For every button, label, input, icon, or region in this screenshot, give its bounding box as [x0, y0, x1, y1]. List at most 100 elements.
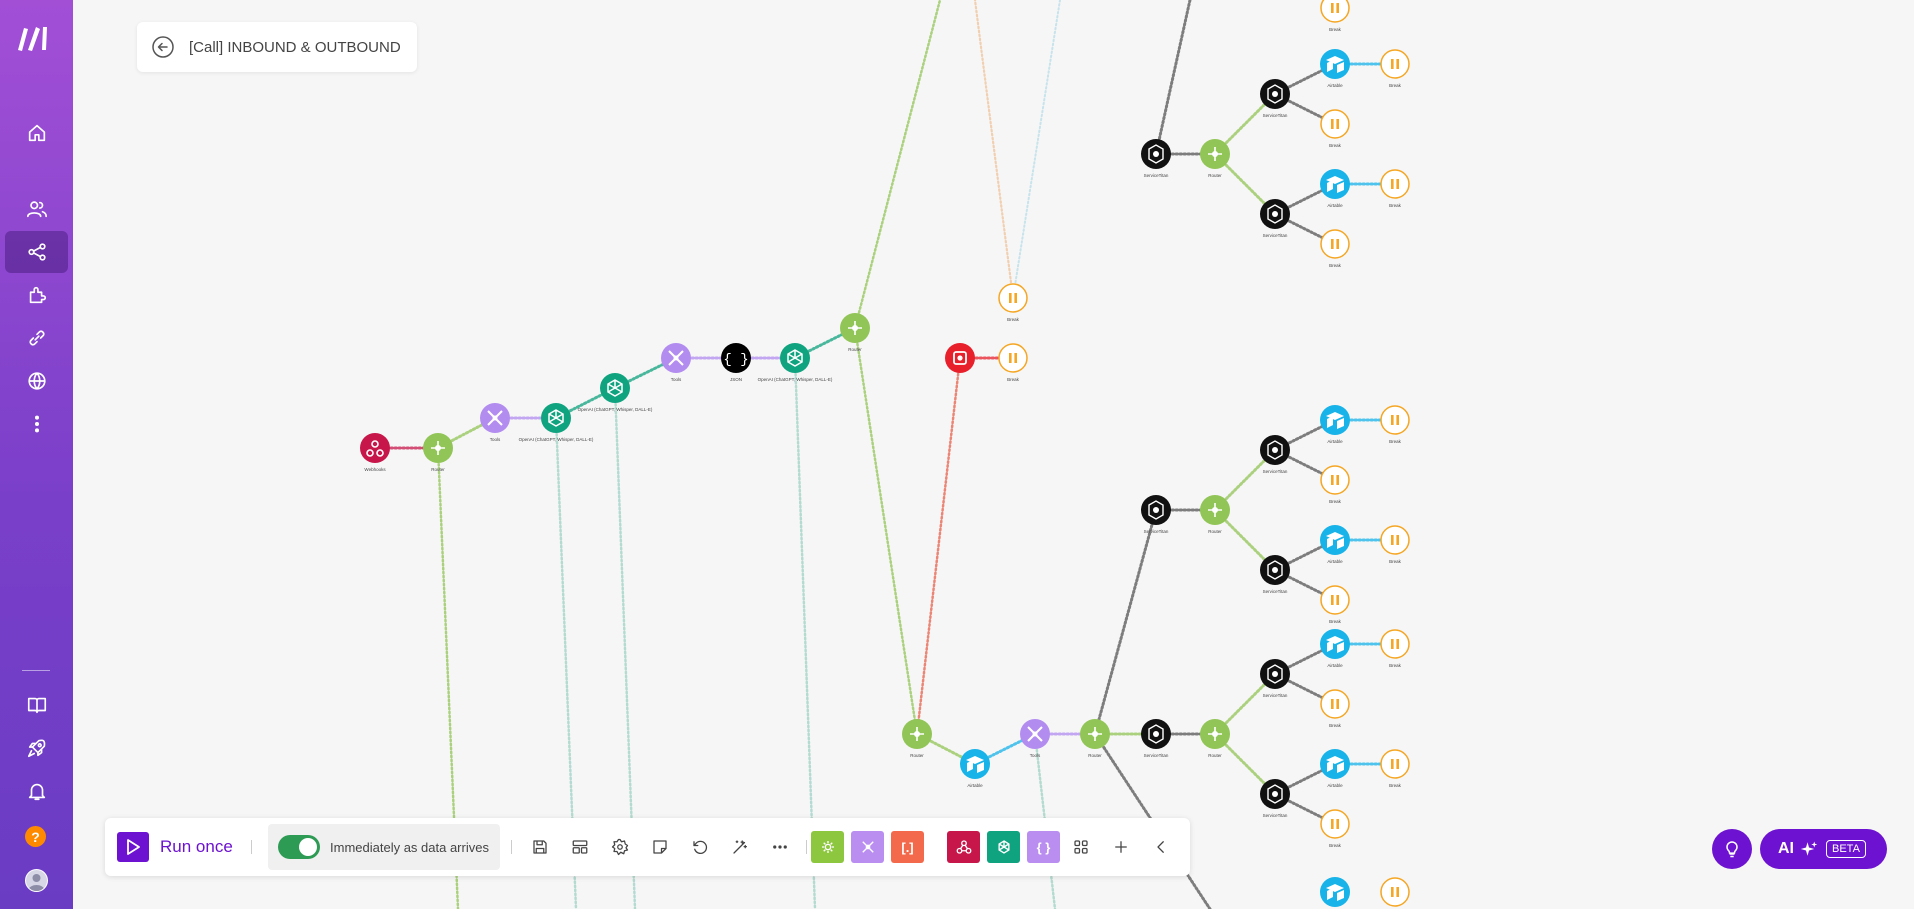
module-break[interactable]: Break — [1380, 49, 1410, 88]
module-router[interactable]: Router — [1200, 139, 1230, 178]
module-servicetitan[interactable]: ServiceTitan — [1260, 199, 1290, 238]
explain-flow-button[interactable] — [568, 835, 592, 859]
module-servicetitan[interactable]: ServiceTitan — [1260, 779, 1290, 818]
module-break[interactable]: Break — [1380, 169, 1410, 208]
module-connection[interactable] — [1154, 0, 1192, 156]
tips-button[interactable] — [1712, 829, 1752, 869]
module-connection[interactable] — [853, 326, 919, 736]
schedule-setting[interactable]: Immediately as data arrives — [268, 824, 500, 870]
module-break[interactable]: Break — [1320, 109, 1350, 148]
module-router[interactable]: Router — [423, 433, 453, 472]
module-router[interactable]: Router — [1200, 495, 1230, 534]
module-label: Break — [1389, 783, 1402, 788]
module-break[interactable]: Break — [1320, 0, 1350, 32]
module-router[interactable]: Router — [902, 719, 932, 758]
module-tools[interactable]: Tools — [661, 343, 691, 382]
module-airtable[interactable]: Airtable — [1320, 405, 1350, 444]
sidebar-item-docs[interactable] — [5, 684, 68, 726]
sidebar-item-more[interactable] — [5, 403, 68, 445]
module-router[interactable]: Router — [1200, 719, 1230, 758]
scenario-title-card: [Call] INBOUND & OUTBOUND — [137, 22, 417, 72]
sidebar-item-connections[interactable] — [5, 317, 68, 359]
module-tools[interactable]: Tools — [1020, 719, 1050, 758]
module-airtable[interactable]: Airtable — [960, 749, 990, 788]
module-connection[interactable] — [1093, 508, 1158, 736]
back-arrow-icon[interactable] — [151, 35, 175, 59]
module-servicetitan[interactable]: ServiceTitan — [1260, 555, 1290, 594]
module-airtable[interactable]: Airtable — [1320, 169, 1350, 208]
module-airtable[interactable]: Airtable — [1320, 749, 1350, 788]
sidebar-item-webhooks[interactable] — [5, 360, 68, 402]
module-break[interactable]: Break — [1320, 585, 1350, 624]
module-connection[interactable] — [1012, 0, 1061, 299]
scenario-settings-button[interactable] — [608, 835, 632, 859]
module-break[interactable]: Break — [1380, 629, 1410, 668]
module-servicetitan[interactable]: ServiceTitan — [1141, 719, 1171, 758]
module-break[interactable]: Break — [1320, 465, 1350, 504]
module-servicetitan[interactable]: ServiceTitan — [1260, 79, 1290, 118]
module-connection[interactable] — [973, 0, 1015, 300]
module-break[interactable]: Break — [1320, 689, 1350, 728]
tools-app-button[interactable] — [811, 831, 844, 863]
scenario-title[interactable]: [Call] INBOUND & OUTBOUND — [189, 39, 401, 56]
history-button[interactable] — [688, 835, 712, 859]
module-airtable[interactable]: Airtable — [1320, 629, 1350, 668]
schedule-toggle[interactable] — [278, 835, 320, 859]
module-connection[interactable] — [915, 356, 962, 736]
module-servicetitan[interactable]: ServiceTitan — [1141, 139, 1171, 178]
chevron-left-icon — [1157, 841, 1164, 853]
sidebar-item-apps[interactable] — [5, 274, 68, 316]
sidebar-item-whats-new[interactable] — [5, 727, 68, 769]
module-webhooks[interactable]: Webhooks — [360, 433, 390, 472]
module-label: Break — [1007, 377, 1020, 382]
run-once-button[interactable]: Run once — [117, 832, 233, 862]
module-label: Router — [1208, 529, 1222, 534]
make-logo[interactable] — [14, 20, 58, 54]
module-airtable[interactable]: Airtable — [1320, 49, 1350, 88]
module-airtable[interactable]: Airtable — [1320, 525, 1350, 564]
module-break[interactable]: Break — [1380, 877, 1410, 909]
module-tools[interactable]: Tools — [480, 403, 510, 442]
module-break[interactable]: Break — [1380, 749, 1410, 788]
webhooks-app-button[interactable] — [947, 831, 980, 863]
auto-align-button[interactable] — [728, 835, 752, 859]
avatar[interactable] — [25, 869, 48, 892]
openai-app-button[interactable] — [987, 831, 1020, 863]
module-break[interactable]: Break — [1320, 809, 1350, 848]
all-apps-button[interactable] — [1069, 835, 1093, 859]
sidebar-item-notifications[interactable] — [5, 770, 68, 812]
module-label: ServiceTitan — [1263, 693, 1288, 698]
sidebar-item-scenarios[interactable] — [5, 231, 68, 273]
json-app-button[interactable]: { } — [1027, 831, 1060, 863]
module-label: Break — [1329, 843, 1342, 848]
scenario-canvas[interactable]: Webhooks Router Tools OpenAI (ChatGPT, Whis… — [73, 0, 1914, 909]
sidebar-item-team[interactable] — [5, 188, 68, 230]
module-openai[interactable]: OpenAI (ChatGPT, Whisper, DALL-E) — [578, 373, 653, 412]
ai-assistant-button[interactable]: AI BETA — [1760, 829, 1887, 869]
module-openai[interactable]: OpenAI (ChatGPT, Whisper, DALL-E) — [758, 343, 833, 382]
module-servicetitan[interactable]: ServiceTitan — [1141, 495, 1171, 534]
notes-button[interactable] — [648, 835, 672, 859]
module-label: Airtable — [1327, 83, 1343, 88]
module-servicetitan[interactable]: ServiceTitan — [1260, 435, 1290, 474]
module-break[interactable]: Break — [1380, 405, 1410, 444]
module-break[interactable]: Break — [998, 343, 1028, 382]
add-module-button[interactable] — [1109, 835, 1133, 859]
collapse-toolbar-button[interactable] — [1149, 835, 1173, 859]
text-parser-app-button[interactable]: [.] — [891, 831, 924, 863]
sidebar-item-home[interactable] — [5, 112, 68, 154]
more-tools-button[interactable] — [768, 835, 792, 859]
module-break[interactable]: Break — [1380, 525, 1410, 564]
module-break[interactable]: Break — [1320, 229, 1350, 268]
flow-control-app-button[interactable] — [851, 831, 884, 863]
module-json[interactable]: { } JSON — [721, 343, 751, 382]
module-stop[interactable] — [945, 343, 975, 373]
help-button[interactable]: ? — [25, 826, 46, 847]
plus-icon — [1115, 841, 1127, 853]
module-airtable[interactable]: Airtable — [1320, 877, 1350, 909]
module-connection[interactable] — [853, 0, 942, 330]
module-router[interactable]: Router — [840, 313, 870, 352]
module-break[interactable]: Break — [998, 283, 1028, 322]
save-button[interactable] — [528, 835, 552, 859]
module-servicetitan[interactable]: ServiceTitan — [1260, 659, 1290, 698]
